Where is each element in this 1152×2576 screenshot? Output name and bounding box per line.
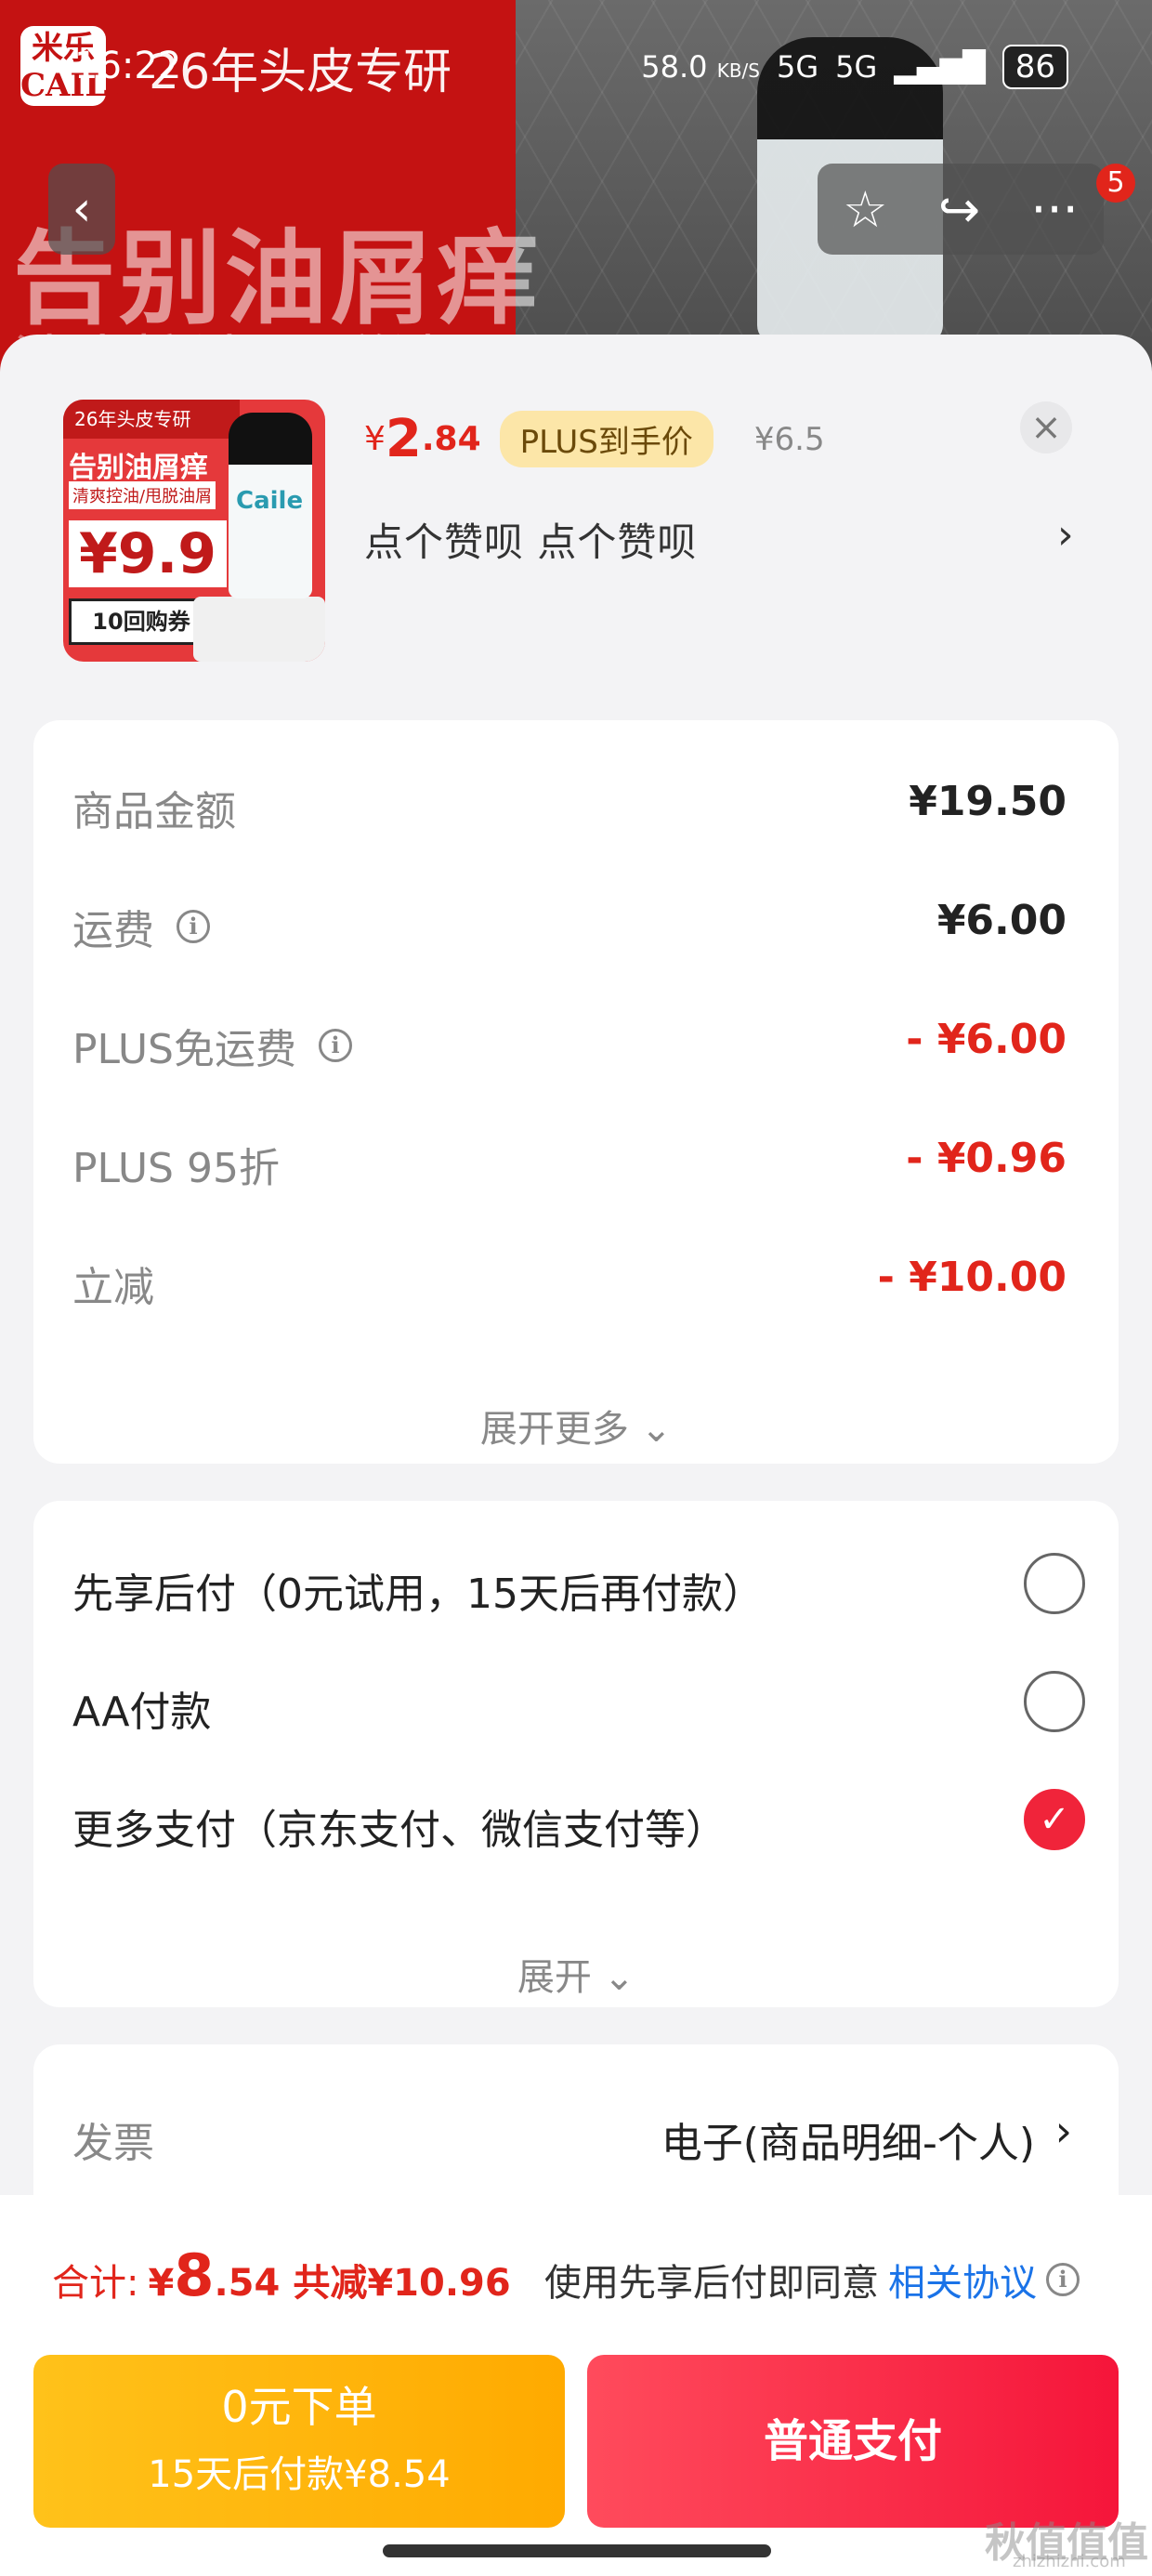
home-indicator[interactable] bbox=[383, 2544, 771, 2557]
original-price: ¥6.5 bbox=[753, 420, 825, 458]
fee-value: ¥19.50 bbox=[909, 778, 1067, 825]
product-thumbnail: 26年头皮专研 告别油屑痒 清爽控油/甩脱油屑 ¥9.9 10回购券 Caile bbox=[63, 400, 325, 662]
total-decimal: .54 bbox=[214, 2262, 281, 2305]
radio-button[interactable] bbox=[1024, 1553, 1085, 1614]
fee-breakdown-card: 商品金额 ¥19.50 运费 i ¥6.00 PLUS免运费 i - ¥6.00 P… bbox=[33, 720, 1119, 1464]
agreement-row: 使用先享后付即同意 相关协议 i bbox=[544, 2253, 1080, 2307]
fee-label: 运费 i bbox=[72, 897, 210, 956]
total-integer: 8 bbox=[174, 2241, 215, 2309]
zero-yuan-order-button[interactable]: 0元下单 15天后付款¥8.54 bbox=[33, 2355, 565, 2528]
fee-value: - ¥6.00 bbox=[906, 1016, 1067, 1063]
thumb-price: ¥9.9 bbox=[69, 520, 227, 587]
nav-action-group: ☆ ↪ ··· bbox=[818, 164, 1104, 255]
notification-badge: 5 bbox=[1096, 164, 1135, 203]
signal-5g-icon-2: 5G bbox=[835, 49, 878, 85]
thumb-platform bbox=[193, 597, 325, 662]
total-symbol: ¥ bbox=[148, 2262, 175, 2305]
price-row: ¥ 2 .84 PLUS到手价 ¥6.5 bbox=[364, 409, 825, 469]
invoice-label: 发票 bbox=[72, 2120, 154, 2167]
price-symbol: ¥ bbox=[364, 420, 386, 458]
radio-button[interactable] bbox=[1024, 1671, 1085, 1732]
fee-label: PLUS 95折 bbox=[72, 1145, 280, 1192]
signal-5g-icon: 5G bbox=[776, 49, 819, 85]
checkmark-icon[interactable]: ✓ bbox=[1024, 1789, 1085, 1850]
expand-payment-button[interactable]: 展开 ⌄ bbox=[33, 1947, 1119, 2001]
status-indicators: 58.0 KB/S 5G 5G ▂▄▆█ 86 bbox=[641, 45, 1068, 89]
battery-icon: 86 bbox=[1001, 45, 1068, 89]
pay-option-more[interactable]: 更多支付（京东支付、微信支付等） ✓ bbox=[72, 1789, 1085, 1863]
fee-label: 立减 bbox=[72, 1264, 154, 1311]
close-button[interactable]: × bbox=[1020, 401, 1072, 453]
chevron-right-icon: › bbox=[1054, 2106, 1072, 2156]
close-icon: × bbox=[1030, 406, 1062, 449]
fee-row-goods-amount: 商品金额 ¥19.50 bbox=[72, 778, 1067, 852]
thumb-header: 26年头皮专研 bbox=[63, 400, 240, 439]
pay-option-label: 更多支付（京东支付、微信支付等） bbox=[72, 1807, 727, 1854]
fee-value: ¥6.00 bbox=[936, 897, 1067, 944]
total-savings: 共减¥10.96 bbox=[293, 2262, 511, 2305]
fee-label: PLUS免运费 i bbox=[72, 1016, 352, 1075]
fee-row-instant-discount: 立减 - ¥10.00 bbox=[72, 1254, 1067, 1328]
chevron-left-icon: ‹ bbox=[72, 181, 92, 237]
product-spec-selector[interactable]: 点个赞呗 点个赞呗 bbox=[364, 511, 697, 568]
info-icon[interactable]: i bbox=[319, 1029, 352, 1062]
checkout-bottom-bar: 合计: ¥ 8 .54 共减¥10.96 使用先享后付即同意 相关协议 i 0元下… bbox=[0, 2195, 1152, 2576]
thumb-bottle-label: Caile bbox=[236, 487, 304, 515]
fee-row-shipping: 运费 i ¥6.00 bbox=[72, 897, 1067, 971]
fee-value: - ¥0.96 bbox=[906, 1135, 1067, 1182]
back-button[interactable]: ‹ bbox=[48, 164, 115, 255]
thumb-title: 告别油屑痒 bbox=[69, 452, 208, 484]
status-bar: 16:22 58.0 KB/S 5G 5G ▂▄▆█ 86 bbox=[0, 0, 1152, 130]
pay-option-label: AA付款 bbox=[72, 1689, 212, 1736]
agreement-text: 使用先享后付即同意 bbox=[544, 2262, 879, 2305]
info-icon[interactable]: i bbox=[177, 910, 210, 943]
price-decimal: .84 bbox=[421, 420, 481, 458]
fee-value: - ¥10.00 bbox=[877, 1254, 1067, 1301]
thumb-subtitle: 清爽控油/甩脱油屑 bbox=[69, 481, 216, 509]
fee-row-plus-free-shipping: PLUS免运费 i - ¥6.00 bbox=[72, 1016, 1067, 1090]
agreement-link[interactable]: 相关协议 bbox=[888, 2253, 1037, 2307]
status-time: 16:22 bbox=[74, 45, 182, 87]
pay-option-buy-now-pay-later[interactable]: 先享后付（0元试用，15天后再付款） bbox=[72, 1553, 1085, 1627]
chevron-right-icon[interactable]: › bbox=[1057, 511, 1074, 559]
normal-pay-button[interactable]: 普通支付 bbox=[587, 2355, 1119, 2528]
invoice-value: 电子(商品明细-个人) bbox=[661, 2120, 1035, 2167]
more-icon[interactable]: ··· bbox=[1030, 180, 1079, 239]
fee-row-plus-discount: PLUS 95折 - ¥0.96 bbox=[72, 1135, 1067, 1209]
signal-bars-icon: ▂▄▆█ bbox=[894, 49, 986, 85]
total-row: 合计: ¥ 8 .54 共减¥10.96 bbox=[52, 2241, 511, 2309]
info-icon[interactable]: i bbox=[1046, 2263, 1080, 2296]
fee-label: 商品金额 bbox=[72, 788, 236, 835]
price-integer: 2 bbox=[385, 409, 422, 469]
plus-price-tag: PLUS到手价 bbox=[499, 411, 713, 467]
watermark-url: zhizhizhi.com bbox=[1013, 2552, 1126, 2571]
favorite-star-icon[interactable]: ☆ bbox=[843, 180, 887, 239]
net-speed: 58.0 KB/S bbox=[641, 49, 760, 85]
payment-options-card: 先享后付（0元试用，15天后再付款） AA付款 更多支付（京东支付、微信支付等）… bbox=[33, 1501, 1119, 2007]
zero-order-main-label: 0元下单 bbox=[221, 2382, 377, 2432]
zero-order-sub-label: 15天后付款¥8.54 bbox=[148, 2453, 451, 2496]
total-label: 合计: bbox=[52, 2262, 139, 2305]
pay-option-label: 先享后付（0元试用，15天后再付款） bbox=[72, 1571, 764, 1618]
thumb-coupon: 10回购券 bbox=[69, 598, 214, 645]
share-icon[interactable]: ↪ bbox=[938, 180, 980, 239]
pay-option-aa[interactable]: AA付款 bbox=[72, 1671, 1085, 1745]
expand-more-button[interactable]: 展开更多 ⌄ bbox=[33, 1399, 1119, 1452]
